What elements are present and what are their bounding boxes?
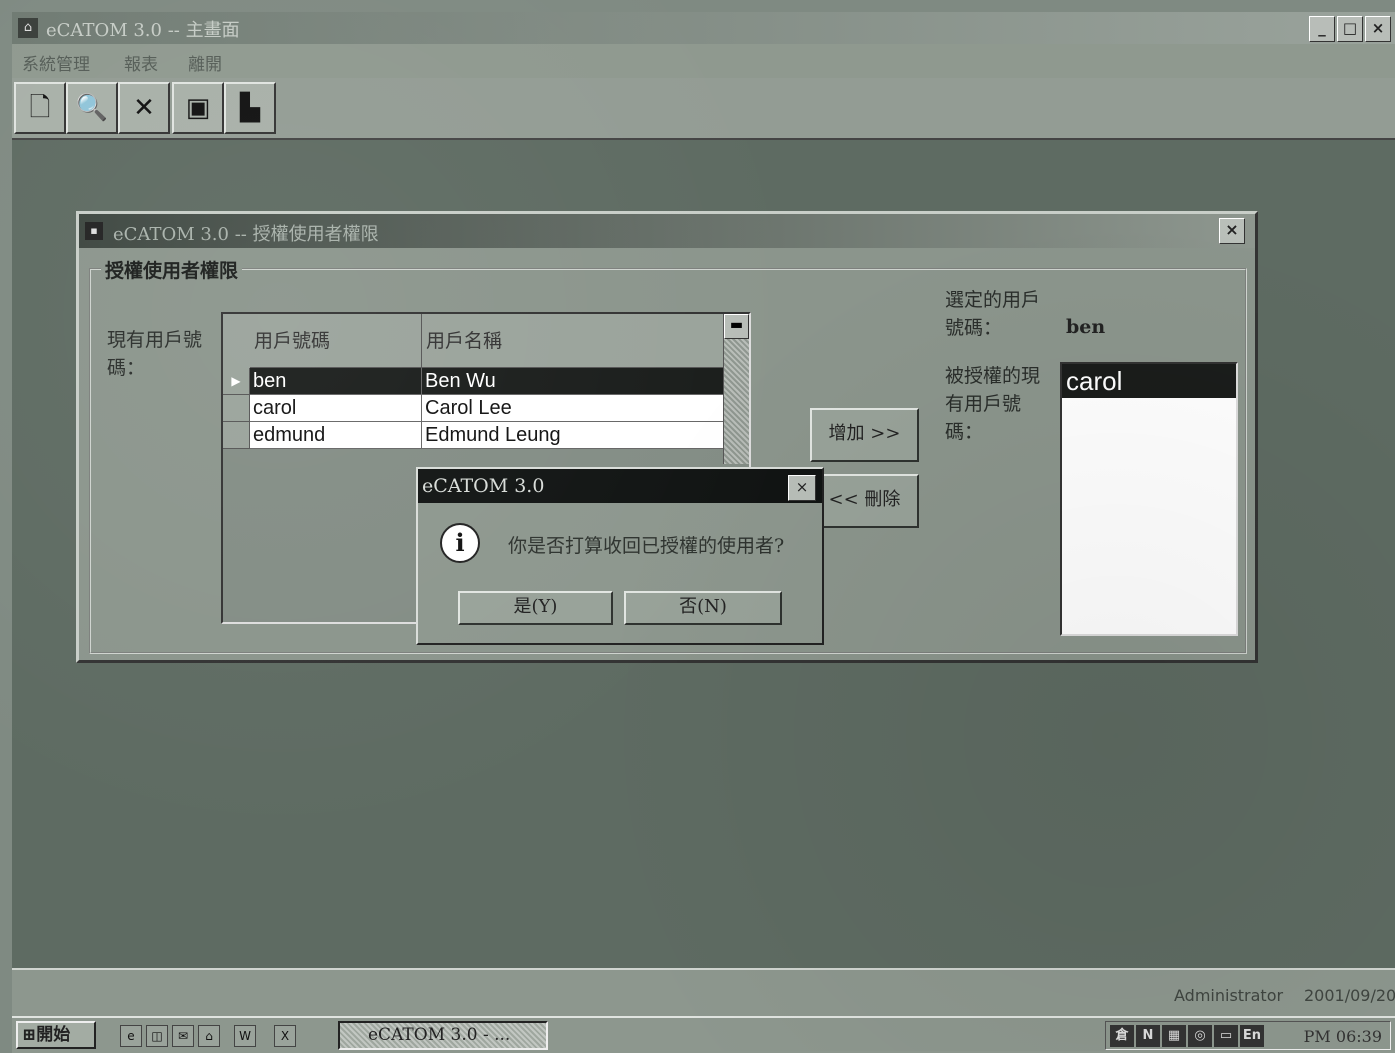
toolbar: 🗋 🔍 ✕ ▣ ▙ xyxy=(12,78,1395,140)
granted-users-label: 被授權的現有用戶號碼： xyxy=(945,365,1041,443)
menu-exit[interactable]: 離開 xyxy=(188,50,222,75)
tray-monitor-icon[interactable]: ▭ xyxy=(1214,1025,1238,1047)
delete-icon[interactable]: ✕ xyxy=(118,82,170,134)
grid-scrollbar[interactable]: ▬ xyxy=(723,314,749,464)
system-tray: 倉 N ▦ ◎ ▭ En PM 06:39 xyxy=(1105,1021,1391,1050)
table-row[interactable]: ▶ ben Ben Wu xyxy=(223,368,738,395)
start-label: 開始 xyxy=(36,1025,71,1045)
tray-ime-icon[interactable]: 倉 xyxy=(1110,1025,1134,1047)
table-row[interactable]: carol Carol Lee xyxy=(223,395,738,422)
new-document-icon[interactable]: 🗋 xyxy=(14,82,66,134)
desktop-icon[interactable]: ⌂ xyxy=(198,1025,220,1047)
status-bar: Administrator 2001/09/20 xyxy=(12,968,1395,1018)
selected-user-value: ben xyxy=(1066,316,1106,338)
excel-icon[interactable]: X xyxy=(274,1025,296,1047)
message-close-button[interactable]: × xyxy=(788,475,816,501)
column-user-name[interactable]: 用戶名稱 xyxy=(422,314,738,368)
scroll-up-icon[interactable]: ▬ xyxy=(724,314,749,339)
menu-bar: 系統管理 報表 離開 xyxy=(12,44,1395,78)
remove-button[interactable]: << 刪除 xyxy=(810,474,919,528)
outlook-icon[interactable]: ✉ xyxy=(172,1025,194,1047)
dialog-title-bar[interactable]: ▪ eCATOM 3.0 -- 授權使用者權限 × xyxy=(79,214,1255,248)
taskbar: ⊞開始 e ◫ ✉ ⌂ W X eCATOM 3.0 - ... 倉 N ▦ ◎… xyxy=(12,1016,1395,1053)
message-text: 你是否打算收回已授權的使用者? xyxy=(508,535,785,557)
maximize-button[interactable]: □ xyxy=(1337,16,1363,42)
cell-user-id[interactable]: edmund xyxy=(250,422,422,449)
minimize-button[interactable]: _ xyxy=(1309,16,1335,42)
tray-arrow-icon[interactable]: ◎ xyxy=(1188,1025,1212,1047)
column-user-id[interactable]: 用戶號碼 xyxy=(250,314,422,368)
status-user: Administrator xyxy=(1174,986,1284,1005)
app-icon: ⌂ xyxy=(18,18,38,38)
ie-icon[interactable]: e xyxy=(120,1025,142,1047)
add-button[interactable]: 增加 >> xyxy=(810,408,919,462)
save-icon[interactable]: ▣ xyxy=(172,82,224,134)
clock: PM 06:39 xyxy=(1303,1027,1382,1046)
cell-user-name[interactable]: Edmund Leung xyxy=(422,422,738,449)
tray-en-icon[interactable]: En xyxy=(1240,1025,1264,1047)
cell-user-name[interactable]: Carol Lee xyxy=(422,395,738,422)
dialog-close-button[interactable]: × xyxy=(1219,218,1245,244)
main-window-title: eCATOM 3.0 -- 主畫面 xyxy=(46,20,240,41)
exit-icon[interactable]: ▙ xyxy=(224,82,276,134)
message-title: eCATOM 3.0 xyxy=(422,475,545,497)
tray-grid-icon[interactable]: ▦ xyxy=(1162,1025,1186,1047)
find-icon[interactable]: 🔍 xyxy=(66,82,118,134)
granted-users-list[interactable]: carol xyxy=(1060,362,1238,636)
row-pointer-icon: ▶ xyxy=(223,368,250,395)
word-icon[interactable]: W xyxy=(234,1025,256,1047)
no-button[interactable]: 否(N) xyxy=(624,591,782,625)
cell-user-id[interactable]: carol xyxy=(250,395,422,422)
current-users-label: 現有用戶號碼： xyxy=(107,329,203,379)
dialog-title: eCATOM 3.0 -- 授權使用者權限 xyxy=(113,224,379,245)
tray-n-icon[interactable]: N xyxy=(1136,1025,1160,1047)
yes-button[interactable]: 是(Y) xyxy=(458,591,613,625)
group-label: 授權使用者權限 xyxy=(101,256,243,283)
close-button[interactable]: × xyxy=(1365,16,1391,42)
taskbar-item-ecatom[interactable]: eCATOM 3.0 - ... xyxy=(338,1021,548,1050)
menu-system-admin[interactable]: 系統管理 xyxy=(22,50,90,75)
selected-user-label: 選定的用戶號碼： xyxy=(945,289,1041,339)
start-button[interactable]: ⊞開始 xyxy=(16,1021,96,1049)
dialog-icon: ▪ xyxy=(85,222,103,240)
info-icon: i xyxy=(440,523,480,563)
main-title-bar[interactable]: ⌂ eCATOM 3.0 -- 主畫面 _ □ × xyxy=(12,12,1395,44)
status-date: 2001/09/20 xyxy=(1304,986,1395,1005)
grid-header: 用戶號碼 用戶名稱 xyxy=(223,314,738,369)
list-item[interactable]: carol xyxy=(1062,364,1236,398)
task-label: eCATOM 3.0 - ... xyxy=(368,1025,511,1045)
message-title-bar[interactable]: eCATOM 3.0 × xyxy=(418,469,822,503)
menu-reports[interactable]: 報表 xyxy=(124,50,158,75)
cell-user-id[interactable]: ben xyxy=(250,368,422,395)
table-row[interactable]: edmund Edmund Leung xyxy=(223,422,738,449)
cell-user-name[interactable]: Ben Wu xyxy=(422,368,738,395)
explorer-icon[interactable]: ◫ xyxy=(146,1025,168,1047)
confirm-message-box: eCATOM 3.0 × i 你是否打算收回已授權的使用者? 是(Y) 否(N) xyxy=(416,467,824,645)
